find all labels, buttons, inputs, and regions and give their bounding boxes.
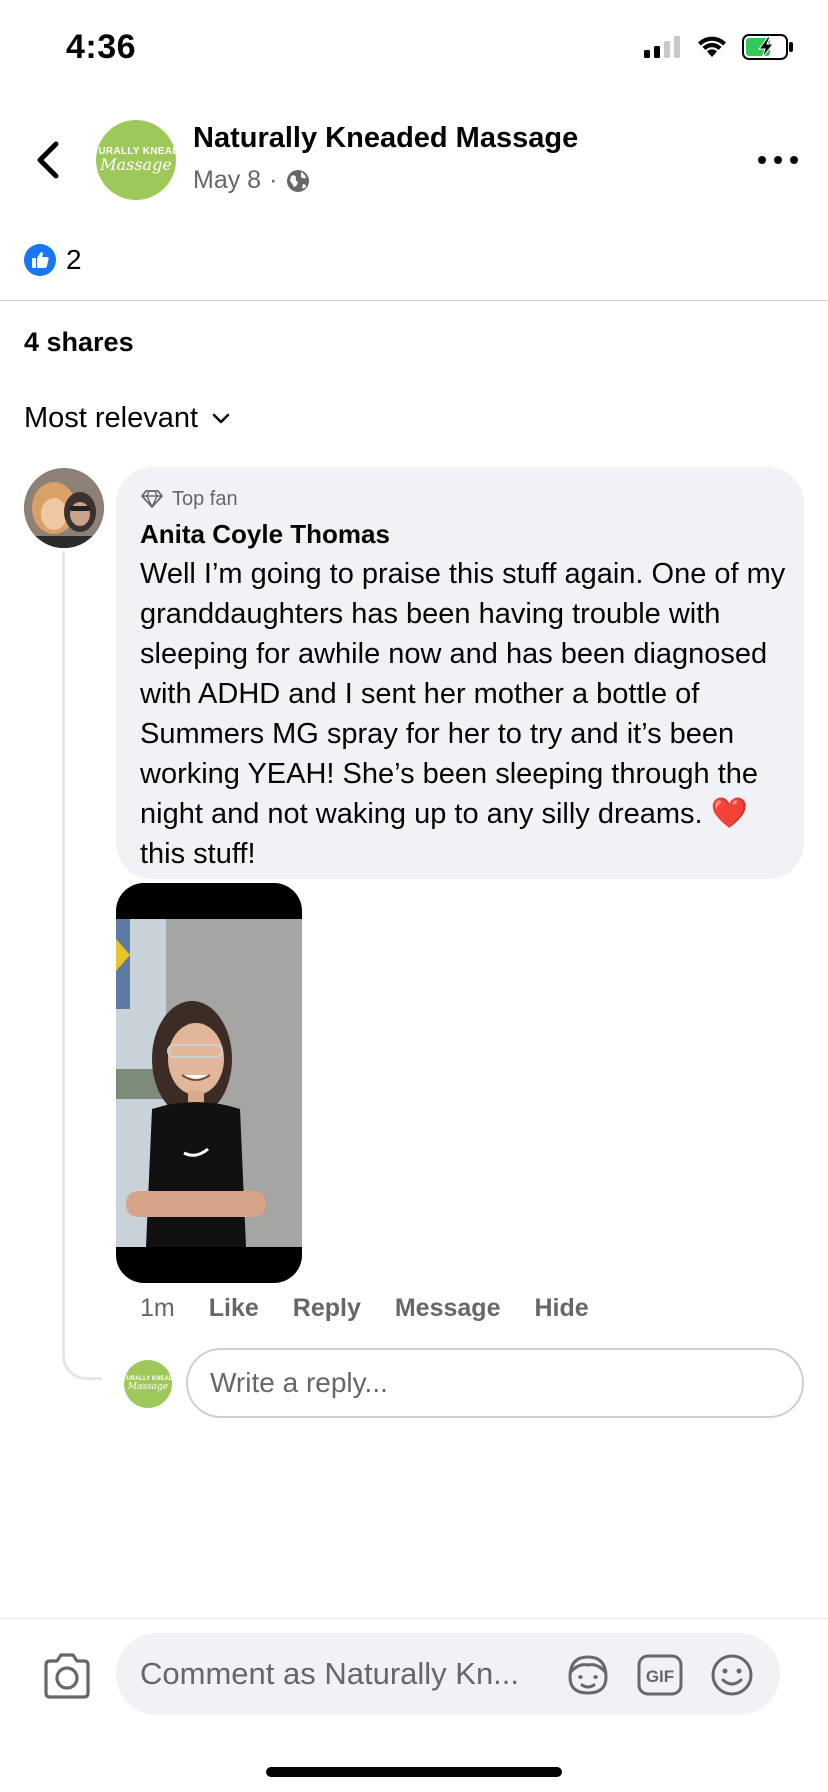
comment-text: Well I’m going to praise this stuff agai…	[140, 554, 790, 874]
avatar-sticker-icon[interactable]	[564, 1651, 612, 1699]
reply-button[interactable]: Reply	[293, 1294, 361, 1323]
status-bar: 4:36	[0, 0, 828, 100]
reply-input[interactable]	[186, 1348, 804, 1418]
gif-label: GIF	[646, 1667, 674, 1686]
sort-label: Most relevant	[24, 402, 199, 434]
chevron-down-icon	[212, 413, 230, 423]
camera-icon[interactable]	[40, 1649, 94, 1703]
post-meta: May 8 ·	[193, 166, 311, 195]
shares-count[interactable]: 4 shares	[24, 327, 134, 358]
heart-emoji: ❤️	[710, 797, 749, 830]
cellular-signal-icon	[644, 36, 680, 58]
diamond-icon	[141, 490, 163, 508]
page-avatar[interactable]: NATURALLY KNEADED Massage	[96, 120, 176, 200]
comment-body-end: this stuff!	[140, 838, 256, 870]
comment-time[interactable]: 1m	[140, 1294, 175, 1323]
divider	[0, 300, 828, 301]
more-dot	[758, 156, 766, 164]
gif-icon[interactable]: GIF	[636, 1651, 684, 1699]
avatar-text-bottom: Massage	[100, 155, 172, 174]
message-button[interactable]: Message	[395, 1294, 501, 1323]
comment-actions: 1m Like Reply Message Hide	[140, 1294, 589, 1323]
more-options-button[interactable]	[758, 148, 798, 172]
badge-label: Top fan	[172, 487, 238, 510]
thread-connector-line	[62, 552, 102, 1380]
like-icon	[24, 244, 56, 276]
hide-button[interactable]: Hide	[534, 1294, 588, 1323]
comment-composer: GIF	[0, 1618, 828, 1792]
commenter-avatar[interactable]	[24, 468, 104, 548]
comment-input-box[interactable]: GIF	[116, 1633, 780, 1715]
sort-dropdown[interactable]: Most relevant	[24, 402, 230, 435]
page-name[interactable]: Naturally Kneaded Massage	[193, 122, 578, 155]
emoji-icon[interactable]	[708, 1651, 756, 1699]
comment-author[interactable]: Anita Coyle Thomas	[140, 519, 780, 550]
reaction-count: 2	[66, 244, 82, 275]
meta-separator: ·	[269, 166, 278, 194]
wifi-icon	[698, 36, 726, 57]
avatar-text-bottom: Massage	[127, 1382, 169, 1392]
back-arrow-icon[interactable]	[30, 138, 66, 182]
comment-bubble[interactable]: Top fan Anita Coyle Thomas Well I’m goin…	[116, 467, 804, 879]
more-dot	[774, 156, 782, 164]
top-fan-badge: Top fan	[140, 485, 780, 513]
more-dot	[790, 156, 798, 164]
comment-photo[interactable]	[116, 883, 302, 1283]
like-button[interactable]: Like	[209, 1294, 259, 1323]
status-icons	[644, 34, 794, 60]
status-time: 4:36	[66, 28, 137, 66]
comment-input[interactable]	[140, 1633, 550, 1715]
reactions-summary[interactable]: 2	[24, 244, 82, 276]
comment-body: Well I’m going to praise this stuff agai…	[140, 558, 786, 830]
post-date[interactable]: May 8	[193, 166, 261, 195]
battery-charging-icon	[742, 34, 793, 60]
globe-icon	[287, 169, 310, 192]
photo-content	[116, 919, 302, 1247]
post-header: NATURALLY KNEADED Massage Naturally Knea…	[0, 110, 828, 220]
reply-avatar: NATURALLY KNEADED Massage	[115, 1360, 181, 1408]
home-indicator[interactable]	[266, 1767, 562, 1777]
